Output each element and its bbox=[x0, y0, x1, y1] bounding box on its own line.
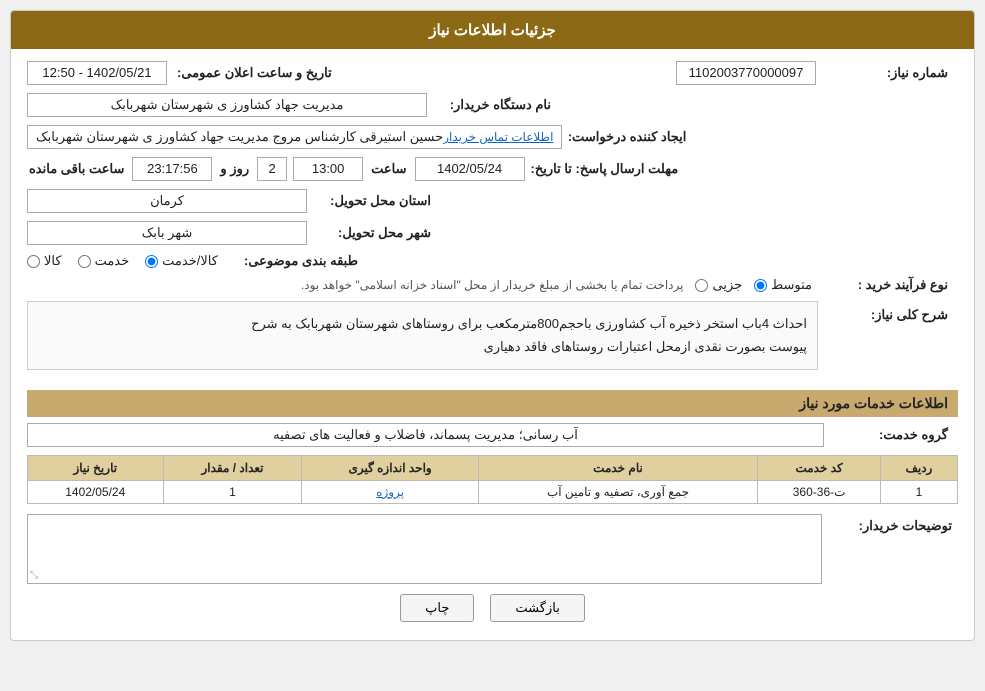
cell-kod_khedmat: ت-36-360 bbox=[758, 480, 881, 503]
mohlat-rooz-label: روز و bbox=[220, 161, 249, 177]
atelaat-tamas-link[interactable]: اطلاعات تماس خریدار bbox=[443, 130, 553, 144]
cell-tedad: 1 bbox=[163, 480, 302, 503]
shomara-niaz-value: 1102003770000097 bbox=[676, 61, 816, 85]
radio-kala-label: کالا bbox=[44, 253, 62, 269]
ostan-label: استان محل تحویل: bbox=[307, 193, 437, 209]
tozihat-label: توضیحات خریدار: bbox=[828, 514, 958, 534]
col-tarikh: تاریخ نیاز bbox=[28, 455, 164, 480]
shahr-value: شهر بابک bbox=[27, 221, 307, 245]
mohlat-countdown: 23:17:56 bbox=[132, 157, 212, 181]
cell-nam_khedmat: جمع آوری، تصفیه و تامین آب bbox=[478, 480, 758, 503]
table-row: 1ت-36-360جمع آوری، تصفیه و تامین آبپروژه… bbox=[28, 480, 958, 503]
page-title: جزئیات اطلاعات نیاز bbox=[429, 22, 556, 39]
radio-jozei-label: جزیی bbox=[712, 277, 742, 293]
radio-khedmat[interactable] bbox=[78, 255, 91, 268]
radio-khedmat-label: خدمت bbox=[95, 253, 130, 269]
grooh-value: آب رسانی؛ مدیریت پسماند، فاضلاب و فعالیت… bbox=[27, 423, 824, 447]
mohlat-date: 1402/05/24 bbox=[415, 157, 525, 181]
radio-jozei[interactable] bbox=[695, 279, 708, 292]
mohlat-time-label: ساعت bbox=[371, 161, 406, 177]
col-tedad: تعداد / مقدار bbox=[163, 455, 302, 480]
radio-motavasset[interactable] bbox=[754, 279, 767, 292]
nam-dastgah-label: نام دستگاه خریدار: bbox=[427, 97, 557, 113]
radio-kala-khedmat-label: کالا/خدمت bbox=[162, 253, 218, 269]
mohlat-label: مهلت ارسال پاسخ: تا تاریخ: bbox=[531, 161, 685, 177]
ijad-konande-label: ایجاد کننده درخواست: bbox=[562, 129, 692, 145]
col-vahed: واحد اندازه گیری bbox=[302, 455, 478, 480]
farayand-description: پرداخت تمام یا بخشی از مبلغ خریدار از مح… bbox=[27, 278, 683, 292]
tabaqebandi-label: طبقه بندی موضوعی: bbox=[234, 253, 364, 269]
sharh-box: احداث 4باب استخر ذخیره آب کشاورزی باحجم8… bbox=[27, 301, 818, 370]
print-button[interactable]: چاپ bbox=[400, 594, 474, 622]
sharh-label: شرح کلی نیاز: bbox=[824, 301, 954, 323]
mohlat-countdown-label: ساعت باقی مانده bbox=[29, 161, 124, 177]
grooh-label: گروه خدمت: bbox=[824, 427, 954, 443]
tarikh-label: تاریخ و ساعت اعلان عمومی: bbox=[177, 65, 332, 81]
tarikh-value: 1402/05/21 - 12:50 bbox=[27, 61, 167, 85]
khadamat-section-title: اطلاعات خدمات مورد نیاز bbox=[27, 390, 958, 417]
mohlat-rooz: 2 bbox=[257, 157, 287, 181]
nooe-farayand-label: نوع فرآیند خرید : bbox=[824, 277, 954, 293]
cell-radif: 1 bbox=[880, 480, 957, 503]
col-kod: کد خدمت bbox=[758, 455, 881, 480]
resize-icon: ⤡ bbox=[30, 570, 38, 581]
page-header: جزئیات اطلاعات نیاز bbox=[11, 11, 974, 49]
ijad-konande-value: حسین استیرقی کارشناس مروج مدیریت جهاد کش… bbox=[36, 129, 443, 145]
cell-vahed: پروژه bbox=[302, 480, 478, 503]
cell-tarikh: 1402/05/24 bbox=[28, 480, 164, 503]
radio-kala[interactable] bbox=[27, 255, 40, 268]
tozihat-box[interactable]: ⤡ bbox=[27, 514, 822, 584]
sharh-text2: پیوست بصورت نقدی ازمحل اعتبارات روستاهای… bbox=[38, 335, 807, 358]
radio-motavasset-label: متوسط bbox=[771, 277, 812, 293]
sharh-text1: احداث 4باب استخر ذخیره آب کشاورزی باحجم8… bbox=[38, 312, 807, 335]
shahr-label: شهر محل تحویل: bbox=[307, 225, 437, 241]
nam-dastgah-value: مدیریت جهاد کشاورز ی شهرستان شهربابک bbox=[27, 93, 427, 117]
services-table: ردیف کد خدمت نام خدمت واحد اندازه گیری ت… bbox=[27, 455, 958, 504]
back-button[interactable]: بازگشت bbox=[490, 594, 584, 622]
col-nam: نام خدمت bbox=[478, 455, 758, 480]
col-radif: ردیف bbox=[880, 455, 957, 480]
mohlat-time: 13:00 bbox=[293, 157, 363, 181]
shomara-niaz-label: شماره نیاز: bbox=[824, 65, 954, 81]
radio-kala-khedmat[interactable] bbox=[145, 255, 158, 268]
ostan-value: کرمان bbox=[27, 189, 307, 213]
